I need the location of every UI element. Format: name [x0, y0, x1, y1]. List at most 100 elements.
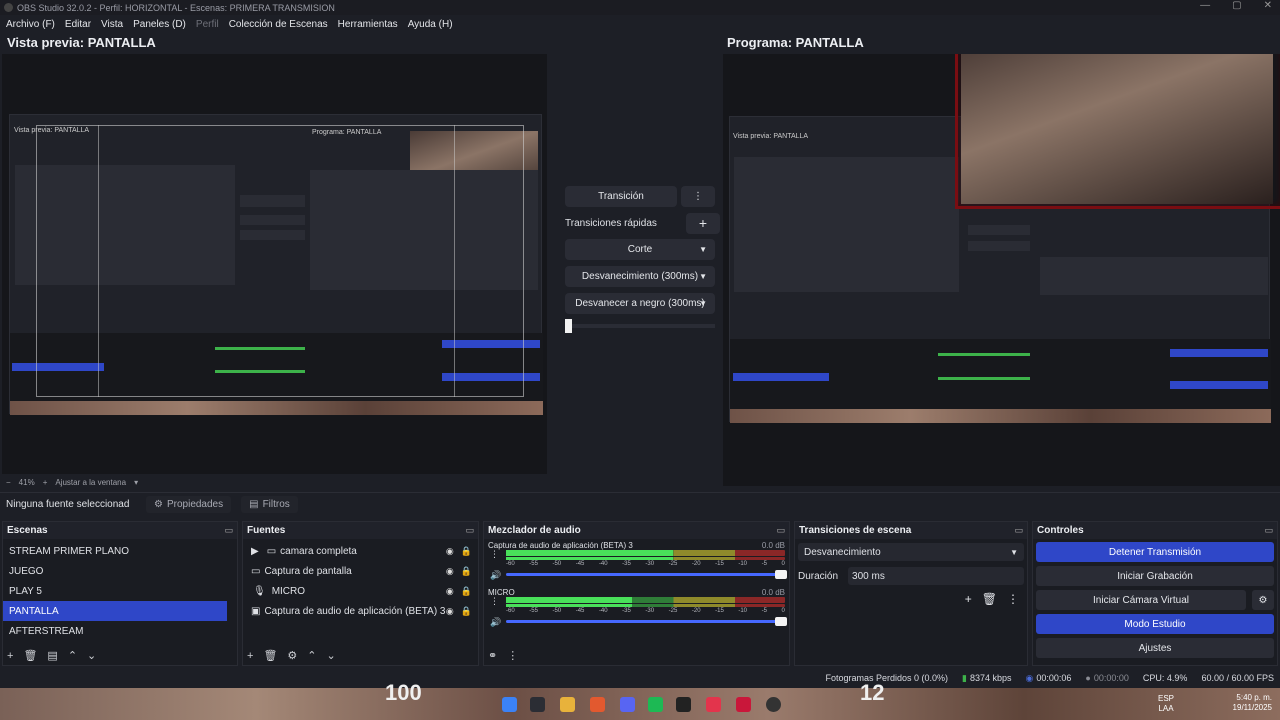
add-quick-transition-button[interactable]: + [686, 212, 720, 234]
close-button[interactable]: ✕ [1264, 0, 1272, 11]
system-clock[interactable]: 5:40 p. m. 19/11/2025 [1233, 693, 1272, 713]
filters-button[interactable]: ▤ Filtros [241, 496, 298, 513]
add-icon[interactable]: + [965, 592, 972, 606]
menu-edit[interactable]: Editar [65, 19, 91, 30]
properties-button[interactable]: ⚙ Propiedades [146, 496, 232, 513]
game-app-icon[interactable] [676, 697, 691, 712]
transition-select[interactable]: Desvanecimiento ▼ [798, 543, 1024, 561]
chevron-up-icon[interactable]: ⌃ [68, 649, 77, 662]
menu-help[interactable]: Ayuda (H) [408, 19, 453, 30]
source-item[interactable]: ▶ ▭ camara completa ◉ 🔒 [243, 541, 478, 561]
fit-window-label[interactable]: Ajustar a la ventana [55, 478, 126, 487]
menu-docks[interactable]: Paneles (D) [133, 19, 186, 30]
scene-item[interactable]: STREAM PRIMER PLANO [3, 541, 237, 561]
more-options-icon[interactable]: ⋮ [1007, 592, 1019, 606]
add-icon[interactable]: + [7, 650, 13, 662]
eye-icon[interactable]: ◉ [446, 606, 454, 617]
volume-knob[interactable] [775, 617, 787, 626]
channel-menu-icon[interactable]: ⋮ [490, 596, 499, 607]
t-bar-handle[interactable] [565, 319, 572, 333]
quick-transition-fade-black[interactable]: Desvanecer a negro (300ms) ▼ [565, 293, 715, 314]
source-item[interactable]: ▭ Captura de pantalla ◉ 🔒 [243, 561, 478, 581]
filter-icon[interactable]: ▤ [47, 649, 57, 662]
dock-menu-icon[interactable]: ▭ [465, 525, 474, 536]
menu-file[interactable]: Archivo (F) [6, 19, 55, 30]
search-icon[interactable] [530, 697, 545, 712]
volume-slider[interactable] [506, 617, 787, 626]
zoom-out-button[interactable]: − [6, 478, 11, 487]
dock-menu-icon[interactable]: ▭ [1014, 525, 1023, 536]
scenes-toolbar: + 🗑 ▤ ⌃ ⌄ [7, 649, 96, 663]
trash-icon[interactable]: 🗑 [982, 592, 997, 606]
link-icon[interactable]: ⚭ [488, 649, 497, 662]
eye-icon[interactable]: ◉ [446, 546, 454, 557]
transition-button[interactable]: Transición [565, 186, 677, 207]
quick-transition-cut[interactable]: Corte ▼ [565, 239, 715, 260]
chevron-down-icon[interactable]: ⌄ [327, 649, 336, 662]
minimize-button[interactable]: — [1200, 0, 1210, 11]
dock-menu-icon[interactable]: ▭ [224, 525, 233, 536]
scenes-header: Escenas ▭ [3, 522, 237, 539]
chevron-down-icon[interactable]: ▾ [134, 478, 138, 487]
dock-menu-icon[interactable]: ▭ [1264, 525, 1273, 536]
app-icon[interactable] [736, 697, 751, 712]
gear-icon[interactable]: ⚙ [1252, 590, 1274, 610]
zoom-in-button[interactable]: + [43, 478, 48, 487]
lock-icon[interactable]: 🔒 [461, 606, 472, 617]
more-options-icon[interactable]: ⋮ [681, 186, 715, 207]
duration-row: Duración 300 ms [798, 567, 1024, 585]
trash-icon[interactable]: 🗑 [23, 649, 37, 662]
settings-button[interactable]: Ajustes [1036, 638, 1274, 658]
scene-item[interactable]: PLAY 5 [3, 581, 237, 601]
channel-menu-icon[interactable]: ⋮ [490, 549, 499, 560]
t-bar-slider[interactable] [565, 319, 715, 333]
window-titlebar: OBS Studio 32.0.2 - Perfil: HORIZONTAL -… [0, 0, 1280, 15]
more-options-icon[interactable]: ⋮ [507, 649, 518, 662]
volume-slider[interactable] [506, 570, 787, 579]
trash-icon[interactable]: 🗑 [263, 649, 277, 662]
filter-icon: ▤ [249, 499, 259, 510]
menu-tools[interactable]: Herramientas [338, 19, 398, 30]
status-bar: Fotogramas Perdidos 0 (0.0%) ▮ 8374 kbps … [0, 669, 1280, 687]
menu-profile[interactable]: Perfil [196, 19, 219, 30]
quick-transition-fade[interactable]: Desvanecimiento (300ms) ▼ [565, 266, 715, 287]
gear-icon[interactable]: ⚙ [287, 649, 297, 662]
speaker-icon[interactable]: 🔊 [490, 570, 501, 581]
lock-icon[interactable]: 🔒 [461, 586, 472, 597]
preview-canvas[interactable]: Vista previa: PANTALLA Programa: PANTALL… [2, 54, 547, 474]
source-item[interactable]: ▣ Captura de audio de aplicación (BETA) … [243, 601, 478, 621]
stop-streaming-button[interactable]: Detener Transmisión [1036, 542, 1274, 562]
menu-scene-collection[interactable]: Colección de Escenas [229, 19, 328, 30]
windows-start-icon[interactable] [502, 697, 517, 712]
studio-mode-button[interactable]: Modo Estudio [1036, 614, 1274, 634]
start-recording-button[interactable]: Iniciar Grabación [1036, 566, 1274, 586]
volume-knob[interactable] [775, 570, 787, 579]
speaker-icon[interactable]: 🔊 [490, 617, 501, 628]
source-item[interactable]: 🎙 MICRO ◉ 🔒 [243, 581, 478, 601]
dock-menu-icon[interactable]: ▭ [776, 525, 785, 536]
app-icon[interactable] [706, 697, 721, 712]
eye-icon[interactable]: ◉ [446, 566, 454, 577]
lock-icon[interactable]: 🔒 [461, 566, 472, 577]
scene-item[interactable]: JUEGO [3, 561, 237, 581]
chevron-up-icon[interactable]: ⌃ [307, 649, 316, 662]
discord-icon[interactable] [620, 697, 635, 712]
nested-preview-area [734, 157, 959, 292]
lock-icon[interactable]: 🔒 [461, 546, 472, 557]
nested-taskbar [10, 401, 543, 415]
folder-icon[interactable] [560, 697, 575, 712]
scene-item[interactable]: AFTERSTREAM [3, 621, 237, 641]
language-indicator[interactable]: ESP LAA [1158, 694, 1174, 714]
spotify-icon[interactable] [648, 697, 663, 712]
chevron-down-icon[interactable]: ⌄ [87, 649, 96, 662]
scene-item-selected[interactable]: PANTALLA [3, 601, 227, 621]
eye-icon[interactable]: ◉ [446, 586, 454, 597]
firefox-icon[interactable] [590, 697, 605, 712]
duration-input[interactable]: 300 ms [848, 567, 1024, 585]
maximize-button[interactable]: ▢ [1232, 0, 1241, 11]
start-virtual-camera-button[interactable]: Iniciar Cámara Virtual [1036, 590, 1246, 610]
obs-taskbar-icon[interactable] [766, 697, 781, 712]
add-icon[interactable]: + [247, 650, 253, 662]
expand-icon[interactable]: ▶ [251, 546, 259, 557]
menu-view[interactable]: Vista [101, 19, 123, 30]
